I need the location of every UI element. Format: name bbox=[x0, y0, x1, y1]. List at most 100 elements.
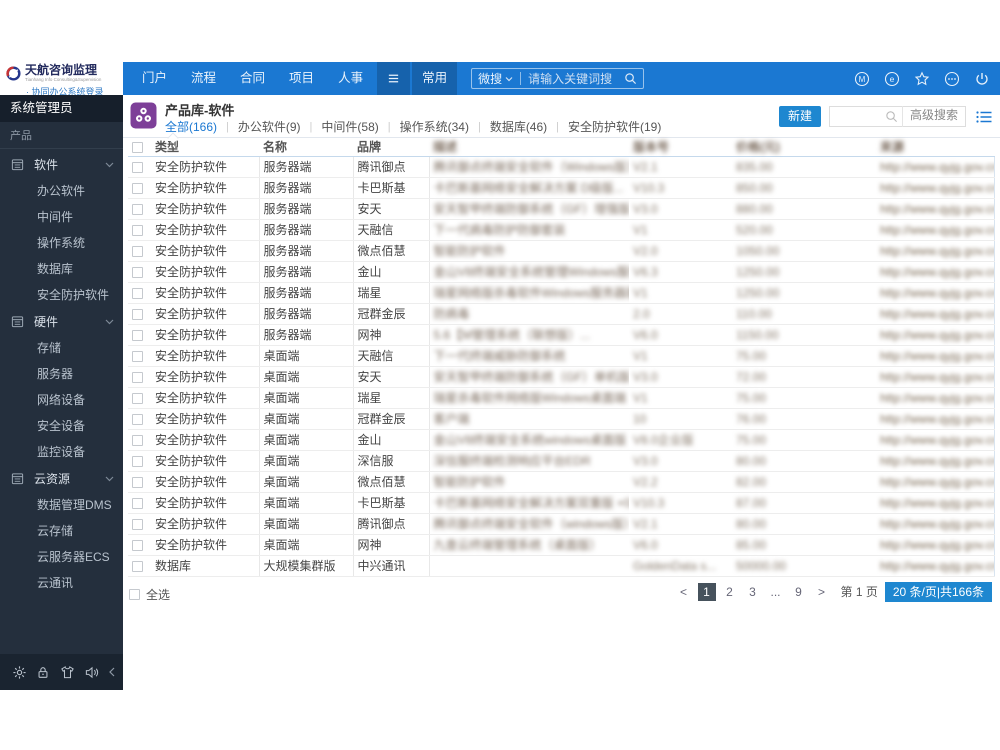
sidebar-item-监控设备[interactable]: 监控设备 bbox=[0, 439, 123, 465]
nav-hamburger-icon[interactable] bbox=[377, 62, 411, 95]
row-checkbox[interactable] bbox=[132, 266, 143, 278]
m-badge-icon[interactable]: M bbox=[853, 70, 870, 87]
row-checkbox[interactable] bbox=[132, 392, 143, 404]
sidebar-item-云存储[interactable]: 云存储 bbox=[0, 518, 123, 544]
sidebar-item-安全设备[interactable]: 安全设备 bbox=[0, 413, 123, 439]
table-row[interactable]: 安全防护软件 服务器端 网神 5.6【M管理系统（联想版）... V6.0 1150.00… bbox=[128, 324, 995, 346]
sidebar-item-安全防护软件[interactable]: 安全防护软件 bbox=[0, 282, 123, 308]
sidebar-group-软件[interactable]: 软件 bbox=[0, 151, 123, 178]
nav-item-流程[interactable]: 流程 bbox=[179, 62, 228, 95]
row-checkbox[interactable] bbox=[132, 518, 143, 530]
sidebar-group-硬件[interactable]: 硬件 bbox=[0, 308, 123, 335]
table-row[interactable]: 安全防护软件 服务器端 卡巴斯基 卡巴斯基网络安全解决方案 D级版... V10.3 85… bbox=[128, 177, 995, 199]
table-row[interactable]: 安全防护软件 桌面端 腾讯御点 腾讯御点终端安全软件（windows版）V2.0V2.… bbox=[128, 513, 995, 535]
table-row[interactable]: 安全防护软件 桌面端 网神 九查云终端管理系统（桌面版） V6.0 85.00 http:/… bbox=[128, 534, 995, 556]
row-checkbox[interactable] bbox=[132, 245, 143, 257]
row-checkbox[interactable] bbox=[132, 308, 143, 320]
table-row[interactable]: 安全防护软件 桌面端 金山 金山V8终端安全系统windows桌面版 V8.0企业版 75… bbox=[128, 429, 995, 451]
page-...[interactable]: ... bbox=[767, 583, 785, 601]
table-row[interactable]: 安全防护软件 服务器端 瑞星 瑞星网络版杀毒软件Windows服务器版 V1 1250.0… bbox=[128, 282, 995, 304]
nav-item-项目[interactable]: 项目 bbox=[277, 62, 326, 95]
row-checkbox[interactable] bbox=[132, 203, 143, 215]
sidebar-group-云资源[interactable]: 云资源 bbox=[0, 465, 123, 492]
row-checkbox[interactable] bbox=[132, 497, 143, 509]
advanced-search-input[interactable] bbox=[829, 107, 885, 126]
sidebar-item-操作系统[interactable]: 操作系统 bbox=[0, 230, 123, 256]
table-row[interactable]: 安全防护软件 服务器端 微点佰慧 智能防护软件 V2.0 1050.00 http://ww… bbox=[128, 240, 995, 262]
tab-全部(166)[interactable]: 全部(166) bbox=[165, 118, 217, 135]
search-scope-dropdown[interactable]: 微搜 bbox=[478, 70, 513, 87]
favorites-star-icon[interactable] bbox=[913, 70, 930, 87]
row-checkbox[interactable] bbox=[132, 539, 143, 551]
power-logout-icon[interactable] bbox=[973, 70, 990, 87]
tab-操作系统(34)[interactable]: 操作系统(34) bbox=[400, 118, 469, 135]
advanced-search-icon[interactable] bbox=[885, 110, 902, 123]
row-checkbox[interactable] bbox=[132, 350, 143, 362]
sidebar-item-中间件[interactable]: 中间件 bbox=[0, 204, 123, 230]
row-checkbox[interactable] bbox=[132, 413, 143, 425]
page-2[interactable]: 2 bbox=[721, 583, 739, 601]
search-input[interactable]: 请输入关键词搜 bbox=[528, 70, 624, 87]
theme-shirt-icon[interactable] bbox=[60, 665, 75, 680]
row-checkbox[interactable] bbox=[132, 224, 143, 236]
advanced-search-button[interactable]: 高级搜索 bbox=[901, 106, 965, 127]
row-checkbox[interactable] bbox=[132, 560, 143, 572]
page-prev[interactable]: < bbox=[675, 583, 693, 601]
nav-item-门户[interactable]: 门户 bbox=[130, 62, 179, 95]
row-checkbox[interactable] bbox=[132, 371, 143, 383]
collapse-chevron-icon[interactable] bbox=[109, 667, 115, 677]
sidebar-item-数据库[interactable]: 数据库 bbox=[0, 256, 123, 282]
tab-数据库(46)[interactable]: 数据库(46) bbox=[490, 118, 547, 135]
nav-item-合同[interactable]: 合同 bbox=[228, 62, 277, 95]
row-checkbox[interactable] bbox=[132, 287, 143, 299]
table-row[interactable]: 安全防护软件 桌面端 深信服 深信服终端检测响应平台EDR V3.0 80.00 http:… bbox=[128, 450, 995, 472]
sound-speaker-icon[interactable] bbox=[84, 665, 100, 680]
row-checkbox[interactable] bbox=[132, 329, 143, 341]
search-icon[interactable] bbox=[624, 72, 637, 85]
table-row[interactable]: 安全防护软件 服务器端 天融信 下一代病毒防护防御套装 V1 520.00 http://w… bbox=[128, 219, 995, 241]
table-row[interactable]: 安全防护软件 服务器端 金山 金山V8终端安全系统管理Windows服务器V6.3 12… bbox=[128, 261, 995, 283]
row-checkbox[interactable] bbox=[132, 476, 143, 488]
page-1[interactable]: 1 bbox=[697, 582, 716, 601]
new-button[interactable]: 新建 bbox=[778, 106, 821, 127]
page-next[interactable]: > bbox=[813, 583, 831, 601]
sidebar-item-办公软件[interactable]: 办公软件 bbox=[0, 178, 123, 204]
table-row[interactable]: 安全防护软件 桌面端 瑞星 瑞星杀毒软件网络版Windows桌面端 V1 75.00 htt… bbox=[128, 387, 995, 409]
settings-gear-icon[interactable] bbox=[12, 665, 27, 680]
table-row[interactable]: 安全防护软件 服务器端 安天 安天智甲终端防御系统（GF）增强版 V3.0 880.00 h… bbox=[128, 198, 995, 220]
row-checkbox[interactable] bbox=[132, 455, 143, 467]
select-all-checkbox[interactable] bbox=[129, 588, 140, 600]
row-checkbox[interactable] bbox=[132, 434, 143, 446]
page-9[interactable]: 9 bbox=[790, 583, 808, 601]
sidebar-item-云服务器ECS[interactable]: 云服务器ECS bbox=[0, 544, 123, 570]
table-row[interactable]: 安全防护软件 桌面端 冠群金辰 客户端 10 76.00 http://www.qyjg.g… bbox=[128, 408, 995, 430]
sidebar-item-网络设备[interactable]: 网络设备 bbox=[0, 387, 123, 413]
header-checkbox[interactable] bbox=[132, 142, 143, 154]
list-view-icon[interactable] bbox=[976, 110, 992, 124]
table-row[interactable]: 安全防护软件 桌面端 安天 安天智甲终端防御系统（GF）单机版 V3.0 72.00 htt… bbox=[128, 366, 995, 388]
table-row[interactable]: 安全防护软件 桌面端 微点佰慧 智能防护软件 V2.2 82.00 http://www.q… bbox=[128, 471, 995, 493]
page-3[interactable]: 3 bbox=[744, 583, 762, 601]
row-checkbox[interactable] bbox=[132, 161, 143, 173]
page-size-badge[interactable]: 20 条/页|共166条 bbox=[884, 581, 992, 602]
sidebar-item-云通讯[interactable]: 云通讯 bbox=[0, 570, 123, 596]
sidebar-item-服务器[interactable]: 服务器 bbox=[0, 361, 123, 387]
more-options-icon[interactable] bbox=[943, 70, 960, 87]
table-row[interactable]: 安全防护软件 服务器端 冠群金辰 防病毒 2.0 110.00 http://www.qyj… bbox=[128, 303, 995, 325]
message-badge-icon[interactable]: e bbox=[883, 70, 900, 87]
nav-item-人事[interactable]: 人事 bbox=[326, 62, 375, 95]
sidebar-item-存储[interactable]: 存储 bbox=[0, 335, 123, 361]
row-checkbox[interactable] bbox=[132, 182, 143, 194]
tab-安全防护软件(19)[interactable]: 安全防护软件(19) bbox=[568, 118, 661, 135]
lock-icon[interactable] bbox=[36, 665, 50, 680]
cell-desc: 瑞星杀毒软件网络版Windows桌面端 bbox=[429, 387, 629, 409]
sidebar-item-数据管理DMS[interactable]: 数据管理DMS bbox=[0, 492, 123, 518]
sidebar-menu: 软件 办公软件 中间件 操作系统 数据库 安全防护软件 硬件 存储 服务器 网络设备 安全设备 监控设… bbox=[0, 151, 123, 596]
tab-中间件(58)[interactable]: 中间件(58) bbox=[321, 118, 378, 135]
nav-item-pinned[interactable]: 常用 bbox=[412, 62, 458, 95]
table-row[interactable]: 安全防护软件 桌面端 天融信 下一代终端威胁防御系统 V1 75.00 http://www… bbox=[128, 345, 995, 367]
table-row[interactable]: 安全防护软件 服务器端 腾讯御点 腾讯御点终端安全软件（Windows版） V2.1 83… bbox=[128, 156, 995, 178]
tab-办公软件(9)[interactable]: 办公软件(9) bbox=[238, 118, 301, 135]
table-row[interactable]: 安全防护软件 桌面端 卡巴斯基 卡巴斯基网络安全解决方案双重版 +02... V10.3… bbox=[128, 492, 995, 514]
table-row[interactable]: 数据库 大规模集群版 中兴通讯 GoldenData s... 50000.00 http… bbox=[128, 555, 995, 577]
